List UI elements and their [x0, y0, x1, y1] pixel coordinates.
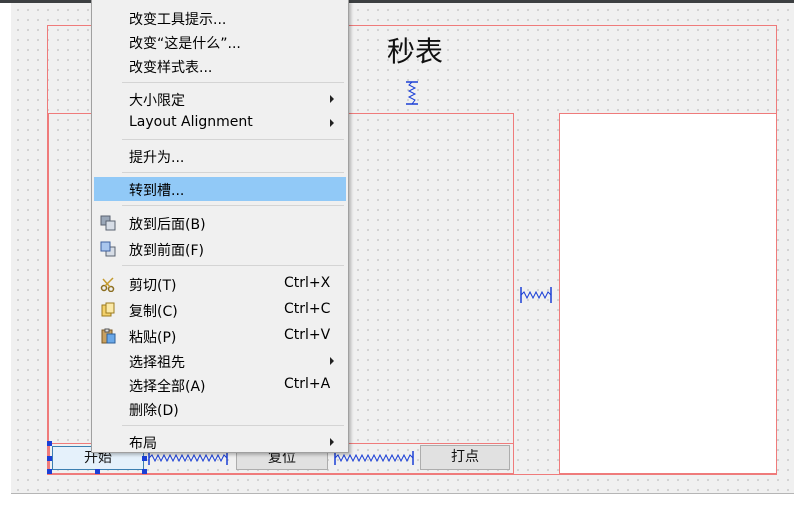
selection-handle-bottom-mid[interactable]: [95, 469, 100, 474]
submenu-arrow-icon: [330, 95, 334, 103]
menu-item-change-whats-this[interactable]: 改变“这是什么”...: [94, 30, 346, 54]
horizontal-spacer-icon[interactable]: [520, 285, 552, 305]
menu-item-delete[interactable]: 删除(D): [94, 397, 346, 421]
selection-handle-bottom-left[interactable]: [47, 469, 52, 474]
menu-item-change-tooltip[interactable]: 改变工具提示...: [94, 6, 346, 30]
right-list-widget[interactable]: [559, 113, 777, 474]
menu-separator: [122, 265, 344, 266]
menu-item-select-all[interactable]: 选择全部(A) Ctrl+A: [94, 373, 346, 397]
menu-item-promote-to[interactable]: 提升为...: [94, 144, 346, 168]
menu-item-size-constraints[interactable]: 大小限定: [94, 87, 346, 111]
submenu-arrow-icon: [330, 357, 334, 365]
context-menu: 改变工具提示... 改变“这是什么”... 改变样式表... 大小限定 Layo…: [91, 0, 349, 453]
menu-item-paste[interactable]: 粘贴(P) Ctrl+V: [94, 324, 346, 348]
menu-item-bring-to-front[interactable]: 放到前面(F): [94, 237, 346, 261]
menu-separator: [122, 139, 344, 140]
copy-icon: [101, 302, 115, 317]
paste-icon: [101, 328, 116, 344]
selection-handle-top-left[interactable]: [47, 441, 52, 446]
menu-item-layout-alignment[interactable]: Layout Alignment: [94, 111, 346, 135]
menu-separator: [122, 82, 344, 83]
form-title-label[interactable]: 秒表: [360, 30, 470, 70]
send-to-back-icon: [100, 215, 116, 231]
canvas-bottom-border: [11, 493, 794, 494]
menu-item-change-stylesheet[interactable]: 改变样式表...: [94, 54, 346, 78]
vertical-spacer-icon[interactable]: [402, 81, 422, 105]
submenu-arrow-icon: [330, 438, 334, 446]
menu-item-cut[interactable]: 剪切(T) Ctrl+X: [94, 272, 346, 296]
scissors-icon: [100, 277, 115, 292]
selection-handle-mid-left[interactable]: [47, 456, 52, 461]
menu-item-send-to-back[interactable]: 放到后面(B): [94, 211, 346, 235]
menu-item-copy[interactable]: 复制(C) Ctrl+C: [94, 298, 346, 322]
menu-separator: [122, 425, 344, 426]
selection-handle-bottom-right[interactable]: [142, 469, 147, 474]
lap-button[interactable]: 打点: [420, 445, 510, 470]
menu-item-select-ancestor[interactable]: 选择祖先: [94, 349, 346, 373]
menu-item-layout[interactable]: 布局: [94, 430, 346, 454]
menu-separator: [122, 172, 344, 173]
menu-item-go-to-slot[interactable]: 转到槽...: [94, 177, 346, 201]
menu-separator: [122, 205, 344, 206]
submenu-arrow-icon: [330, 119, 334, 127]
bring-to-front-icon: [100, 241, 116, 257]
selection-handle-mid-right[interactable]: [142, 456, 147, 461]
